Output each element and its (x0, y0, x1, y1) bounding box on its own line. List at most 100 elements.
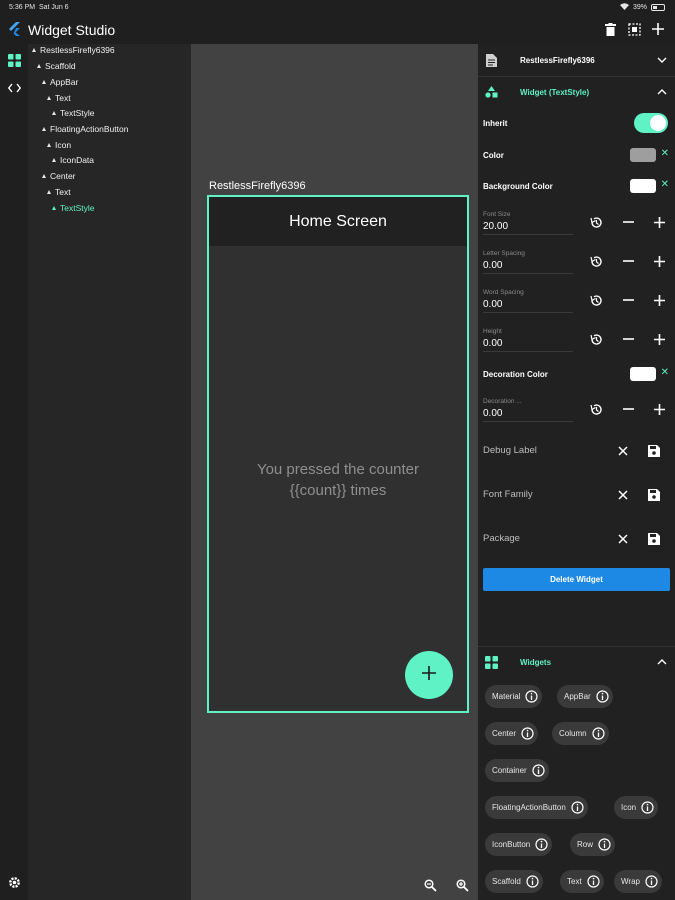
info-icon[interactable] (521, 727, 534, 740)
preview-counter-text: You pressed the counter {{count}} times (256, 461, 420, 499)
package-label: Package (483, 533, 520, 544)
reset-history-icon[interactable] (589, 254, 603, 268)
widget-chip-text[interactable]: Text (560, 870, 604, 893)
widget-chip-floatingactionbutton[interactable]: FloatingActionButton (485, 796, 588, 819)
tree-node-selected[interactable]: TextStyle (52, 201, 95, 215)
increment-icon[interactable] (652, 402, 666, 416)
info-icon[interactable] (526, 875, 539, 888)
preview-app-bar-title: Home Screen (289, 212, 387, 230)
file-icon (484, 53, 498, 67)
decoration-color-label: Decoration Color (483, 370, 548, 379)
decrement-icon[interactable] (621, 254, 635, 268)
tree-node[interactable]: Icon (47, 138, 71, 152)
widget-chip-icon[interactable]: Icon (614, 796, 659, 819)
clear-decoration-color-icon[interactable]: ✕ (661, 367, 669, 378)
battery-percent: 39% (632, 4, 647, 11)
tree-node[interactable]: AppBar (42, 75, 78, 89)
info-icon[interactable] (596, 690, 609, 703)
background-color-swatch[interactable] (630, 179, 656, 193)
info-icon[interactable] (525, 690, 539, 703)
tree-node[interactable]: TextStyle (52, 106, 95, 120)
decoration-color-swatch[interactable] (630, 367, 656, 381)
info-icon[interactable] (641, 801, 654, 814)
widget-chip-row[interactable]: Row (570, 833, 616, 856)
chevron-up-icon[interactable] (657, 87, 667, 97)
tree-node[interactable]: Scaffold (37, 59, 76, 73)
tree-node[interactable]: Text (47, 185, 71, 199)
increment-icon[interactable] (652, 254, 666, 268)
increment-icon[interactable] (652, 332, 666, 346)
trash-icon[interactable] (603, 22, 617, 36)
widget-chip-column[interactable]: Column (552, 722, 609, 745)
tree-node[interactable]: Text (47, 91, 71, 105)
app-title: Widget Studio (28, 22, 116, 38)
inherit-label: Inherit (483, 119, 508, 128)
letter-spacing-field[interactable]: Letter Spacing 0.00 (483, 250, 573, 274)
save-icon[interactable] (647, 488, 661, 502)
widget-chip-appbar[interactable]: AppBar (557, 685, 613, 708)
device-preview[interactable]: Home Screen You pressed the counter {{co… (207, 195, 469, 713)
info-icon[interactable] (532, 764, 545, 777)
select-frame-icon[interactable] (627, 22, 641, 36)
font-size-field[interactable]: Font Size 20.00 (483, 211, 573, 235)
reset-history-icon[interactable] (589, 402, 603, 416)
widget-chip-material[interactable]: Material (485, 685, 543, 708)
decoration-field[interactable]: Decoration ... 0.00 (483, 398, 573, 422)
preview-fab[interactable] (405, 651, 453, 699)
info-icon[interactable] (535, 838, 548, 851)
widget-chip-scaffold[interactable]: Scaffold (485, 870, 543, 893)
widget-section-header[interactable]: Widget (TextStyle) (478, 76, 675, 108)
reset-history-icon[interactable] (589, 215, 603, 229)
tree-node[interactable]: RestlessFirefly6396 (32, 43, 115, 57)
add-icon[interactable] (651, 22, 665, 36)
increment-icon[interactable] (652, 215, 666, 229)
decrement-icon[interactable] (621, 332, 635, 346)
tree-node[interactable]: FloatingActionButton (42, 122, 128, 136)
widgets-section-header[interactable]: Widgets (478, 646, 675, 678)
info-icon[interactable] (598, 838, 611, 851)
info-icon[interactable] (591, 727, 605, 740)
decrement-icon[interactable] (621, 215, 635, 229)
chevron-up-icon[interactable] (657, 657, 667, 667)
chevron-down-icon[interactable] (657, 55, 667, 65)
font-family-label: Font Family (483, 489, 533, 500)
widget-chip-center[interactable]: Center (485, 722, 539, 745)
widgets-header-title: Widgets (520, 657, 552, 667)
widget-chip-iconbutton[interactable]: IconButton (485, 833, 553, 856)
widgets-tab-icon[interactable] (6, 52, 22, 68)
color-swatch[interactable] (630, 148, 656, 162)
properties-panel: RestlessFirefly6396 Widget (TextStyle) I… (478, 44, 675, 900)
tree-node[interactable]: IconData (52, 153, 94, 167)
flutter-logo-icon (8, 22, 22, 36)
clear-icon[interactable] (616, 532, 630, 546)
decrement-icon[interactable] (621, 293, 635, 307)
clear-icon[interactable] (616, 488, 630, 502)
canvas-caption: RestlessFirefly6396 (209, 180, 306, 192)
reset-history-icon[interactable] (589, 293, 603, 307)
code-icon[interactable] (6, 80, 22, 96)
info-icon[interactable] (587, 875, 600, 888)
clear-color-icon[interactable]: ✕ (661, 148, 669, 159)
widget-chip-wrap[interactable]: Wrap (614, 870, 662, 893)
increment-icon[interactable] (652, 293, 666, 307)
decrement-icon[interactable] (621, 402, 635, 416)
info-icon[interactable] (571, 801, 584, 814)
clear-background-color-icon[interactable]: ✕ (661, 179, 669, 190)
settings-gear-icon[interactable] (6, 874, 22, 890)
word-spacing-field[interactable]: Word Spacing 0.00 (483, 289, 573, 313)
save-icon[interactable] (647, 532, 661, 546)
height-field[interactable]: Height 0.00 (483, 328, 573, 352)
widget-chip-container[interactable]: Container (485, 759, 549, 782)
save-icon[interactable] (647, 444, 661, 458)
inherit-toggle[interactable] (634, 113, 668, 133)
clear-icon[interactable] (616, 444, 630, 458)
delete-widget-button[interactable]: Delete Widget (483, 568, 670, 591)
file-section-header[interactable]: RestlessFirefly6396 (478, 44, 675, 76)
reset-history-icon[interactable] (589, 332, 603, 346)
left-rail (0, 44, 28, 900)
widget-header-title: Widget (TextStyle) (520, 87, 590, 97)
tree-node[interactable]: Center (42, 169, 76, 183)
zoom-out-icon[interactable] (423, 878, 437, 892)
info-icon[interactable] (645, 875, 658, 888)
zoom-in-icon[interactable] (455, 878, 469, 892)
